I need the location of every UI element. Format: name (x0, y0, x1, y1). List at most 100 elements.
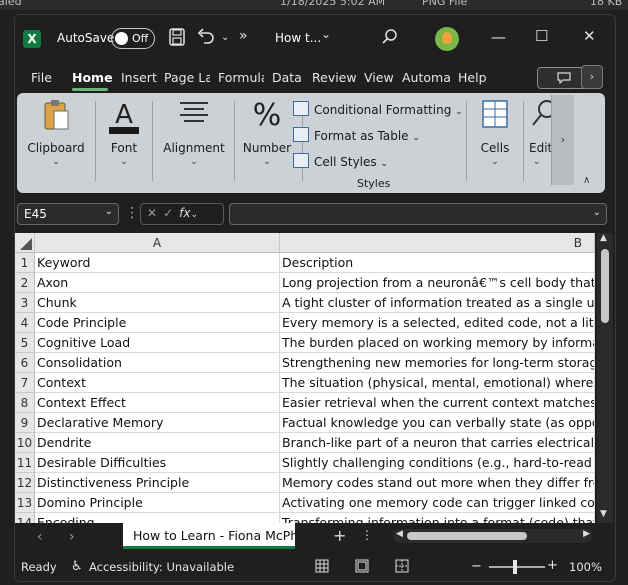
zoom-in-button[interactable]: + (547, 558, 558, 573)
cell-description[interactable]: Easier retrieval when the current contex… (280, 393, 595, 413)
page-layout-view-icon[interactable] (355, 559, 369, 576)
alignment-group[interactable]: Alignment ⌄ (154, 99, 234, 183)
zoom-slider-knob[interactable] (513, 560, 517, 574)
cell-keyword[interactable]: Dendrite (35, 433, 280, 453)
cell-keyword[interactable]: Domino Principle (35, 493, 280, 513)
cell-keyword[interactable]: Code Principle (35, 313, 280, 333)
column-header-b[interactable]: B (280, 233, 595, 253)
save-icon[interactable] (169, 28, 185, 50)
scroll-up-icon[interactable]: ▲ (600, 233, 607, 243)
row-number[interactable]: 2 (15, 273, 35, 293)
doc-title-chevron-icon[interactable]: ⌄ (321, 27, 331, 41)
formula-bar-grip-icon[interactable]: ⋮ (125, 205, 139, 221)
undo-dropdown-icon[interactable]: ⌄ (221, 32, 229, 43)
row-number[interactable]: 9 (15, 413, 35, 433)
row-number[interactable]: 4 (15, 313, 35, 333)
cell-description[interactable]: Description (280, 253, 595, 273)
scroll-left-icon[interactable]: ◀ (396, 529, 403, 539)
cell-keyword[interactable]: Keyword (35, 253, 280, 273)
cell-description[interactable]: Activating one memory code can trigger l… (280, 493, 595, 513)
vertical-scroll-thumb[interactable] (601, 249, 609, 323)
name-box[interactable]: E45 ⌄ (17, 203, 119, 225)
sheet-options-icon[interactable]: ⋮ (361, 528, 373, 542)
cell-keyword[interactable]: Declarative Memory (35, 413, 280, 433)
editing-group[interactable]: Editi ⌄ (525, 99, 553, 183)
cell-styles-button[interactable]: Cell Styles ⌄ (293, 153, 388, 169)
row-number[interactable]: 12 (15, 473, 35, 493)
cell-keyword[interactable]: Cognitive Load (35, 333, 280, 353)
zoom-out-button[interactable]: − (471, 559, 482, 574)
row-number[interactable]: 13 (15, 493, 35, 513)
tab-view[interactable]: View (364, 70, 394, 85)
font-group[interactable]: A Font ⌄ (99, 99, 149, 183)
tab-data[interactable]: Data (272, 70, 302, 85)
document-title[interactable]: How t... (275, 31, 321, 45)
cell-description[interactable]: Strengthening new memories for long-term… (280, 353, 595, 373)
cell-description[interactable]: Every memory is a selected, edited code,… (280, 313, 595, 333)
cell-keyword[interactable]: Context Effect (35, 393, 280, 413)
user-avatar[interactable] (435, 27, 459, 51)
maximize-button[interactable]: ☐ (535, 27, 548, 45)
undo-icon[interactable] (197, 27, 215, 49)
cell-keyword[interactable]: Consolidation (35, 353, 280, 373)
page-break-view-icon[interactable] (395, 559, 409, 576)
tab-file[interactable]: File (31, 70, 52, 85)
cell-keyword[interactable]: Axon (35, 273, 280, 293)
more-commands-icon[interactable]: » (239, 28, 248, 44)
cell-description[interactable]: The burden placed on working memory by i… (280, 333, 595, 353)
name-box-chevron-icon[interactable]: ⌄ (105, 206, 113, 217)
insert-function-button[interactable]: fx (179, 206, 190, 220)
spreadsheet-grid[interactable]: A B 1 Keyword Description 2 Axon Long project… (15, 233, 595, 523)
tab-page-layout[interactable]: Page La (164, 70, 210, 85)
scroll-right-icon[interactable]: ▶ (583, 529, 590, 539)
cell-description[interactable]: A tight cluster of information treated a… (280, 293, 595, 313)
minimize-button[interactable]: — (491, 28, 506, 46)
cell-description[interactable]: Factual knowledge you can verbally state… (280, 413, 595, 433)
expand-formula-icon[interactable]: ⌄ (593, 207, 601, 218)
row-number[interactable]: 5 (15, 333, 35, 353)
conditional-formatting-button[interactable]: Conditional Formatting ⌄ (293, 101, 463, 117)
cell-keyword[interactable]: Distinctiveness Principle (35, 473, 280, 493)
zoom-slider[interactable] (489, 560, 545, 574)
search-icon[interactable] (381, 28, 399, 50)
cell-description[interactable]: Memory codes stand out more when they di… (280, 473, 595, 493)
next-sheet-icon[interactable]: › (69, 529, 75, 545)
select-all-corner[interactable] (15, 233, 35, 253)
tab-automate[interactable]: Automa (402, 70, 450, 85)
tab-formulas[interactable]: Formula (218, 70, 264, 85)
cell-keyword[interactable]: Desirable Difficulties (35, 453, 280, 473)
autosave-toggle[interactable]: Off (111, 28, 155, 49)
row-number[interactable]: 1 (15, 253, 35, 273)
cell-description[interactable]: The situation (physical, mental, emotion… (280, 373, 595, 393)
column-header-a[interactable]: A (35, 233, 280, 253)
cell-keyword[interactable]: Chunk (35, 293, 280, 313)
cell-keyword[interactable]: Encoding (35, 513, 280, 523)
horizontal-scrollbar[interactable]: ◀ ▶ (393, 529, 593, 543)
row-number[interactable]: 6 (15, 353, 35, 373)
vertical-scrollbar[interactable]: ▲ ▼ (597, 233, 613, 523)
zoom-level[interactable]: 100% (569, 560, 602, 574)
cell-description[interactable]: Branch-like part of a neuron that carrie… (280, 433, 595, 453)
horizontal-scroll-thumb[interactable] (407, 532, 527, 540)
row-number[interactable]: 3 (15, 293, 35, 313)
scroll-down-icon[interactable]: ▼ (600, 509, 607, 519)
tab-home[interactable]: Home (72, 70, 113, 85)
row-number[interactable]: 11 (15, 453, 35, 473)
cells-group[interactable]: Cells ⌄ (471, 99, 519, 183)
sheet-tab-active[interactable]: How to Learn - Fiona McPherson (123, 523, 295, 549)
number-group[interactable]: % Number ⌄ (236, 99, 298, 183)
tabs-more-button[interactable]: › (581, 65, 603, 89)
cell-keyword[interactable]: Context (35, 373, 280, 393)
normal-view-icon[interactable] (315, 559, 329, 576)
prev-sheet-icon[interactable]: ‹ (37, 529, 43, 545)
cell-description[interactable]: Slightly challenging conditions (e.g., h… (280, 453, 595, 473)
cell-description[interactable]: Long projection from a neuronâ€™s cell b… (280, 273, 595, 293)
row-number[interactable]: 14 (15, 513, 35, 523)
tab-help[interactable]: Help (458, 70, 487, 85)
row-number[interactable]: 8 (15, 393, 35, 413)
row-number[interactable]: 10 (15, 433, 35, 453)
cell-description[interactable]: Transforming information into a format (… (280, 513, 595, 523)
format-as-table-button[interactable]: Format as Table ⌄ (293, 127, 420, 143)
collapse-ribbon-icon[interactable]: ∧ (583, 175, 590, 186)
row-number[interactable]: 7 (15, 373, 35, 393)
